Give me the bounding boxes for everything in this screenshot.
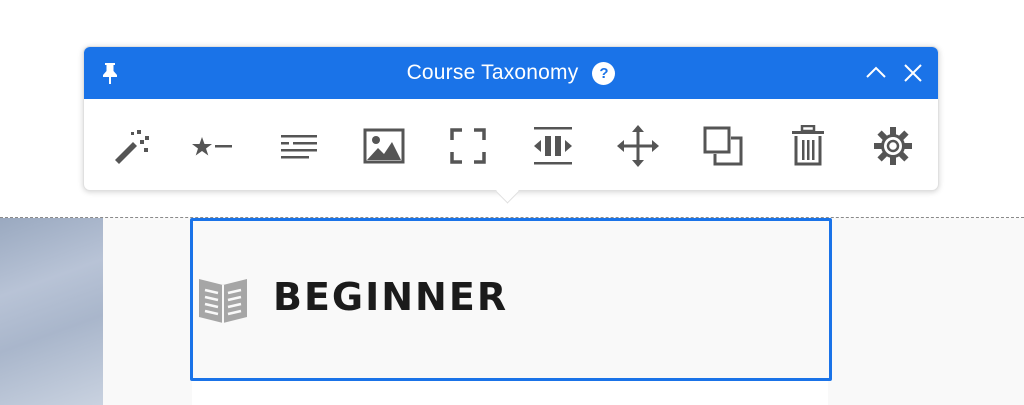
trash-icon[interactable] — [786, 124, 830, 168]
title-wrap: Course Taxonomy ? — [84, 47, 938, 99]
move-icon[interactable] — [616, 124, 660, 168]
floating-toolbar: Course Taxonomy ? — [83, 46, 939, 191]
settings-gear-icon[interactable] — [871, 124, 915, 168]
fullscreen-icon[interactable] — [446, 124, 490, 168]
content-block — [192, 380, 828, 405]
selected-taxonomy-element[interactable]: BEGINNER — [190, 218, 832, 381]
duplicate-icon[interactable] — [701, 124, 745, 168]
book-icon — [197, 273, 249, 325]
background-photo — [0, 218, 103, 405]
close-icon[interactable] — [901, 61, 925, 85]
text-lines-icon[interactable] — [277, 124, 321, 168]
taxonomy-label: BEGINNER — [273, 275, 509, 319]
tool-row — [84, 99, 938, 189]
spacing-icon[interactable] — [531, 124, 575, 168]
star-list-icon[interactable] — [192, 124, 236, 168]
toolbar-title: Course Taxonomy — [406, 61, 579, 84]
image-icon[interactable] — [362, 124, 406, 168]
help-icon[interactable]: ? — [592, 61, 616, 85]
magic-wand-icon[interactable] — [109, 124, 153, 168]
chevron-up-icon[interactable] — [864, 61, 888, 85]
toolbar-header[interactable]: Course Taxonomy ? — [84, 47, 938, 99]
